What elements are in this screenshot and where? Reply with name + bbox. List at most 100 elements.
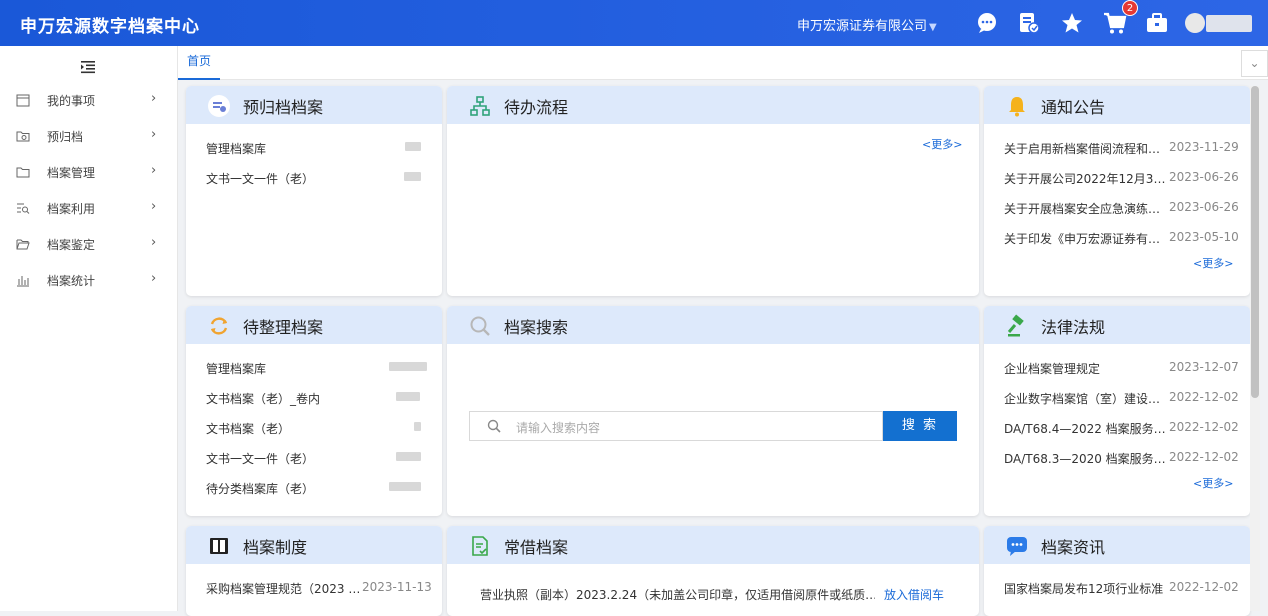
item-date: 2022-12-02 [1169,390,1239,404]
card-title: 档案资讯 [1041,538,1106,557]
search-icon [487,419,501,436]
card-notice: 通知公告 关于启用新档案借阅流程和… 2023-11-29 关于开展公司2022… [984,86,1250,296]
card-law: 法律法规 企业档案管理规定 2023-12-07 企业数字档案馆（室）建设… 2… [984,306,1250,516]
list-item[interactable]: 营业执照（副本）2023.2.24（未加盖公司印章，仅适用借阅原件或纸质… [480,586,875,603]
card-title: 常借档案 [504,538,569,557]
briefcase-icon[interactable] [1145,11,1169,35]
folder-sync-icon [16,129,30,143]
more-link[interactable]: <更多> [1193,255,1233,271]
search-input[interactable]: 请输入搜索内容 [469,411,883,441]
sidebar-item-my-tasks[interactable]: 我的事项 › [0,82,178,118]
list-item[interactable]: 管理档案库 [206,140,266,157]
tab-dropdown-chevron-icon[interactable]: ⌄ [1241,50,1268,77]
document-edit-icon[interactable] [1017,11,1041,35]
bar-chart-icon [16,273,30,287]
card-title: 档案制度 [243,538,308,557]
app-title: 申万宏源数字档案中心 [20,17,200,37]
list-item[interactable]: DA/T68.3—2020 档案服务… [1004,450,1166,467]
sidebar-item-label: 预归档 [47,130,84,144]
username-redacted[interactable] [1206,15,1252,32]
avatar[interactable] [1185,13,1205,33]
card-title: 待整理档案 [243,318,324,337]
menu-collapse-icon[interactable] [80,60,96,77]
archive-list-icon [207,94,231,118]
company-selector[interactable]: 申万宏源证券有限公司 ▼ [797,15,937,34]
card-title: 通知公告 [1041,98,1106,117]
star-icon[interactable] [1060,11,1084,35]
card-archive-system: 档案制度 采购档案管理规范（2023 … 2023-11-13 [186,526,442,616]
sidebar-item-archive-appraisal[interactable]: 档案鉴定 › [0,226,178,262]
search-button[interactable]: 搜 索 [883,411,957,441]
chevron-right-icon: › [151,271,157,286]
list-item[interactable]: 文书档案（老） [206,420,290,437]
sidebar-item-archive-use[interactable]: 档案利用 › [0,190,178,226]
chevron-down-icon: ▼ [929,22,937,33]
sidebar-item-label: 我的事项 [47,94,96,108]
card-archive-search: 档案搜索 请输入搜索内容 搜 索 [447,306,979,516]
chevron-right-icon: › [151,199,157,214]
list-item[interactable]: 关于启用新档案借阅流程和… [1004,140,1160,157]
list-item[interactable]: 文书档案（老）_卷内 [206,390,320,407]
list-item[interactable]: 关于开展公司2022年12月3… [1004,170,1165,187]
sidebar: 我的事项 › 预归档 › 档案管理 › 档案利用 › 档案鉴定 › 档案统计 › [0,46,178,611]
item-date: 2023-06-26 [1169,200,1239,214]
more-link[interactable]: <更多> [922,136,962,152]
cart-icon[interactable] [1103,11,1127,35]
list-item[interactable]: 关于开展档案安全应急演练… [1004,200,1160,217]
sidebar-item-label: 档案统计 [47,274,96,288]
book-icon [207,534,231,558]
chevron-right-icon: › [151,127,157,142]
item-date: 2022-12-02 [1169,420,1239,434]
chevron-right-icon: › [151,163,157,178]
sidebar-item-label: 档案鉴定 [47,238,96,252]
search-icon [468,314,492,338]
chevron-right-icon: › [151,235,157,250]
gavel-icon [1005,314,1029,338]
card-frequent-borrow: 常借档案 营业执照（副本）2023.2.24（未加盖公司印章，仅适用借阅原件或纸… [447,526,979,616]
tab-home[interactable]: 首页 [178,46,220,80]
item-date: 2022-12-02 [1169,450,1239,464]
folder-open-icon [16,237,30,251]
calendar-icon [16,93,30,107]
list-item[interactable]: 国家档案局发布12项行业标准 [1004,580,1163,597]
message-icon[interactable] [975,11,999,35]
list-item[interactable]: 关于印发《申万宏源证券有… [1004,230,1160,247]
folder-icon [16,165,30,179]
sidebar-item-archive-statistics[interactable]: 档案统计 › [0,262,178,298]
list-item[interactable]: 企业数字档案馆（室）建设… [1004,390,1160,407]
card-title: 待办流程 [504,98,569,117]
card-to-sort: 待整理档案 管理档案库 文书档案（老）_卷内 文书档案（老） 文书一文一件（老）… [186,306,442,516]
list-item[interactable]: 采购档案管理规范（2023 … [206,580,360,597]
list-item[interactable]: 文书一文一件（老） [206,450,314,467]
chat-bubble-icon [1005,534,1029,558]
list-item[interactable]: 管理档案库 [206,360,266,377]
item-date: 2023-11-29 [1169,140,1239,154]
add-to-borrow-cart-link[interactable]: 放入借阅车 [884,586,944,603]
list-search-icon [16,201,30,215]
list-item[interactable]: 企业档案管理规定 [1004,360,1100,377]
sidebar-item-pre-archive[interactable]: 预归档 › [0,118,178,154]
item-date: 2023-12-07 [1169,360,1239,374]
list-item[interactable]: 文书一文一件（老） [206,170,314,187]
sidebar-item-label: 档案利用 [47,202,96,216]
redacted-count [389,362,427,371]
company-name: 申万宏源证券有限公司 [797,19,928,34]
item-date: 2023-11-13 [362,580,432,594]
flow-chart-icon [468,94,492,118]
top-bar: 申万宏源数字档案中心 申万宏源证券有限公司 ▼ 2 [0,0,1268,46]
scrollbar-thumb[interactable] [1251,86,1259,398]
more-link[interactable]: <更多> [1193,475,1233,491]
redacted-count [405,142,421,151]
card-archive-news: 档案资讯 国家档案局发布12项行业标准 2022-12-02 [984,526,1250,616]
redacted-count [404,172,421,181]
list-item[interactable]: 待分类档案库（老） [206,480,314,497]
card-pre-archive: 预归档档案 管理档案库 文书一文一件（老） [186,86,442,296]
card-todo: 待办流程 <更多> [447,86,979,296]
redacted-count [396,452,421,461]
sidebar-item-archive-management[interactable]: 档案管理 › [0,154,178,190]
refresh-icon [207,314,231,338]
tab-bar: 首页 ⌄ [178,46,1268,80]
search-placeholder: 请输入搜索内容 [516,421,601,435]
list-item[interactable]: DA/T68.4—2022 档案服务… [1004,420,1166,437]
item-date: 2023-05-10 [1169,230,1239,244]
